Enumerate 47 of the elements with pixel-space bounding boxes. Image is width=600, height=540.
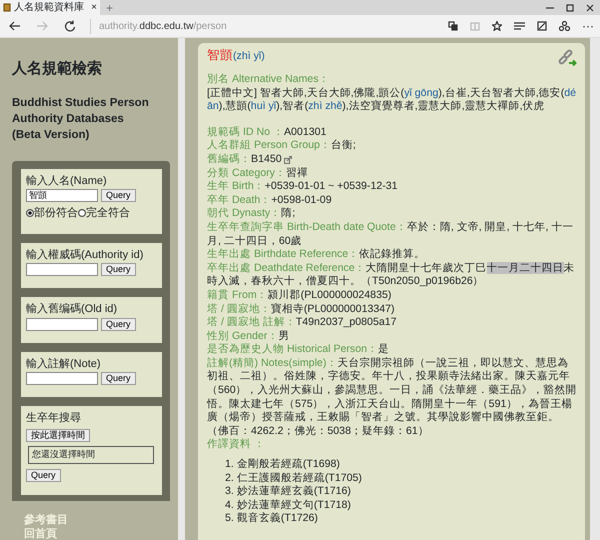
- field-entry: 分類 Category：習禪: [207, 166, 309, 180]
- field-entry: 生卒年查詢字串 Birth-Death date Quote：卒於：隋, 文帝, 開皇, 十七年, 十一月, 二十四日，60歲: [207, 220, 574, 248]
- query-button[interactable]: Query: [101, 318, 136, 330]
- field-entry: 卒年 Death：+0598-01-09: [207, 194, 333, 207]
- section-heading: 別名 Alternative Names：: [207, 73, 330, 87]
- query-button[interactable]: Query: [101, 189, 136, 202]
- field-entry: 人名群組 Person Group：台衡;: [207, 139, 357, 153]
- field-entry: 規範碼 ID No ：A001301: [207, 126, 328, 140]
- field-entry: 性別 Gender：男: [207, 330, 290, 343]
- field-entry: 朝代 Dynasty：隋;: [207, 207, 296, 221]
- query-button[interactable]: Query: [101, 263, 136, 276]
- tab-title: 人名規範資料庫: [14, 0, 85, 15]
- more-button[interactable]: ···: [582, 17, 594, 35]
- browser-tab[interactable]: 人名規範資料庫 ×: [0, 0, 100, 15]
- address-bar[interactable]: authority.ddbc.edu.tw/person: [90, 18, 448, 34]
- section-heading: 作譯資料 ：: [207, 438, 266, 452]
- field-entry: 塔 / 圓寂地：寶相寺(PL000000013347): [207, 302, 396, 316]
- time-display: 您還沒選擇時間: [28, 446, 154, 464]
- search-label: 生卒年搜尋: [26, 410, 82, 426]
- field-entry: 塔 / 圓寂地 註解：T49n2037_p0805a17: [207, 316, 398, 330]
- option-label: 部份符合: [34, 206, 78, 221]
- field-entry: 舊編碼：B1450: [207, 152, 282, 167]
- query-button[interactable]: Query: [26, 468, 61, 482]
- search-label: 輸入註解(Note): [26, 356, 102, 372]
- field-entry: 生年出處 Birthdate Reference：依記錄推算。: [207, 248, 426, 262]
- search-input[interactable]: 智顗: [26, 189, 98, 202]
- site-subtitle: Buddhist Studies Person Authority Databases (Beta Version): [12, 96, 150, 142]
- field-entry: 籍貫 From：潁川郡(PL000000024835): [207, 288, 392, 302]
- work-item: 2. 仁王護國般若經疏(T1705): [225, 472, 363, 485]
- pick-time-button[interactable]: 按此選擇時間: [26, 428, 90, 442]
- field-entry: 是否為歷史人物 Historical Person：是: [207, 343, 390, 357]
- work-item: 4. 妙法蓮華經文句(T1718): [225, 498, 352, 512]
- field-entry: 卒年出處 Deathdate Reference：大隋開皇十七年歲次丁巳十一月二十四日未時入滅，春秋六十，僧夏四十。（T50n2050_p0196b26）: [207, 262, 576, 289]
- search-label: 輸入人名(Name): [26, 174, 108, 188]
- person-name: 智顗(zhì yǐ): [207, 49, 266, 64]
- work-item: 3. 妙法蓮華經玄義(T1716): [225, 485, 352, 499]
- field-entry: 生年 Birth：+0539-01-01 ~ +0539-12-31: [207, 180, 399, 194]
- site-title: 人名規範檢索: [12, 59, 103, 79]
- query-button[interactable]: Query: [101, 372, 136, 385]
- search-label: 輸入權威碼(Authority id): [26, 248, 144, 262]
- work-item: 5. 觀音玄義(T1726): [225, 512, 319, 526]
- work-item: 1. 金剛般若經疏(T1698): [225, 458, 341, 472]
- option-label: 完全符合: [86, 206, 130, 221]
- search-label: 輸入舊编碼(Old id): [26, 302, 118, 317]
- close-tab-button[interactable]: ×: [91, 0, 97, 15]
- alternative-names: [正體中文] 智者大師,天台大師,佛隴,顗公(yǐ gōng),台崔,天台智者大師,德安(dé ān),慧顗(huì yǐ),智者(zhì zhě),法空寶覺尊者,靈慧大師,靈慧大禪師,伏虎: [207, 86, 577, 114]
- field-entry: 註解(精簡) Notes(simple)：天台宗開宗祖師（一說三祖，即以慧文、慧思為初祖、二祖）。俗姓陳，字德安。年十八，投果願寺法緒出家。陳天嘉元年（560），入光州大蘇山，參謁慧思。一日，誦《法華經．藥王品》，豁然開悟。陳太建七年（575），入浙江天台山。隋開皇十一年（591），為晉王楊廣（煬帝）授菩薩戒，王敕賜「智者」之號。其學說影響中國佛教至鉅。（佛百：4262.2；佛光：5038；疑年錄：61）: [207, 356, 577, 438]
